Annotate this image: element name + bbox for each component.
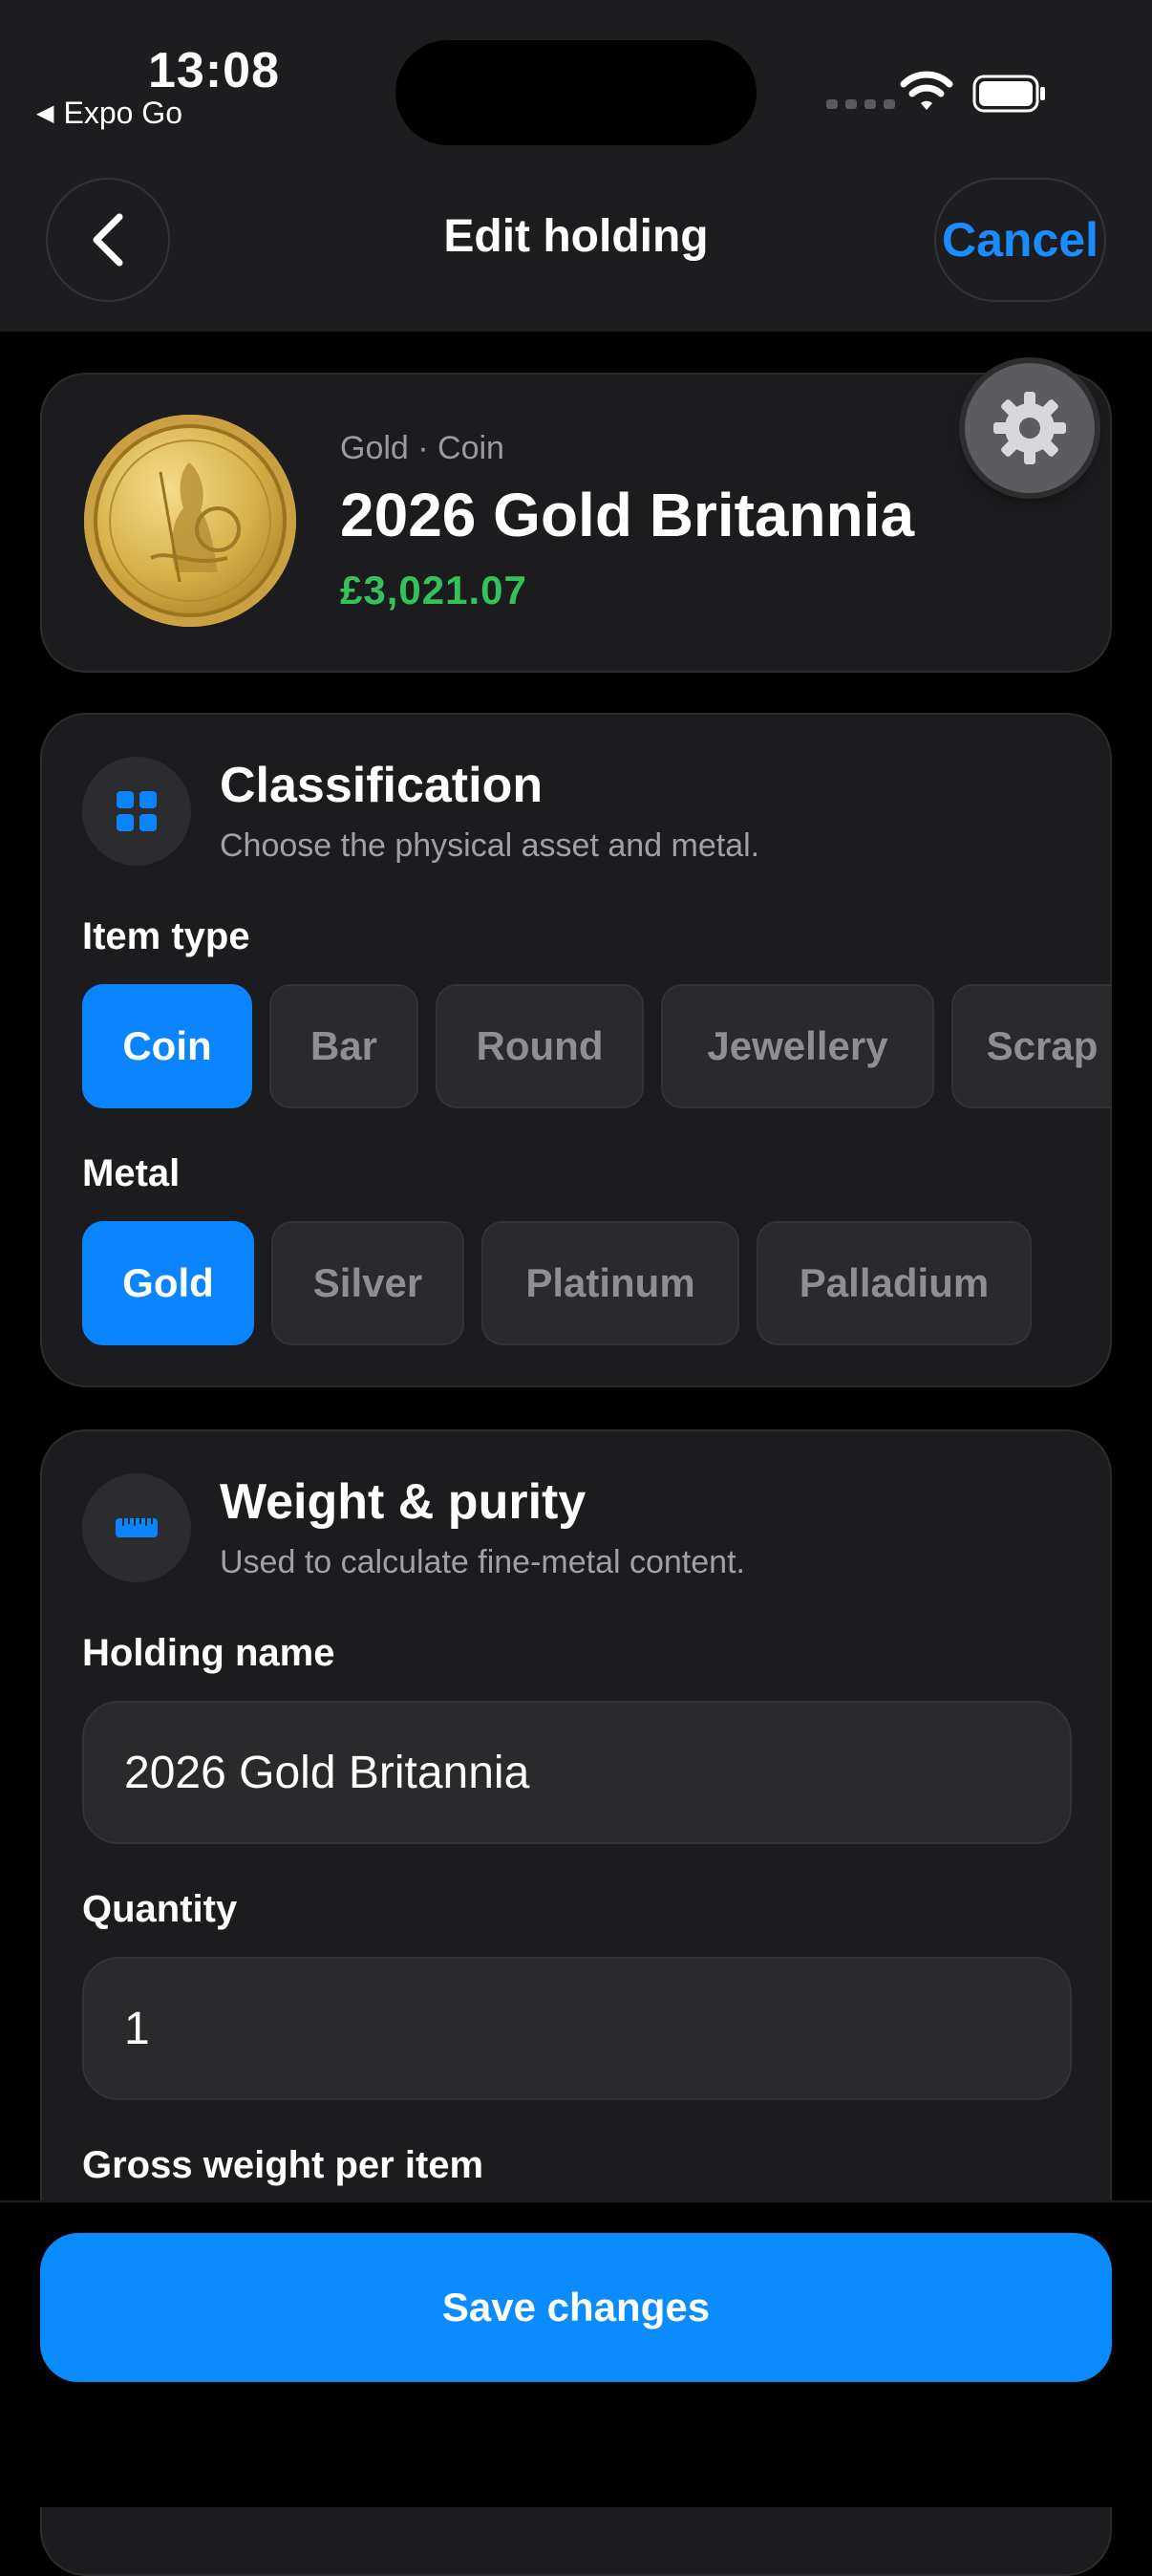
dynamic-island bbox=[395, 40, 757, 145]
item-type-scrap-chip[interactable]: Scrap bbox=[951, 984, 1112, 1108]
holding-summary-card: Gold · Coin 2026 Gold Britannia £3,021.0… bbox=[40, 373, 1112, 673]
classification-card: Classification Choose the physical asset… bbox=[40, 713, 1112, 1387]
holding-name: 2026 Gold Britannia bbox=[340, 481, 915, 549]
grid-icon bbox=[82, 757, 191, 866]
classification-title: Classification bbox=[220, 758, 544, 813]
status-time: 13:08 bbox=[148, 43, 280, 98]
holding-subtitle: Gold · Coin bbox=[340, 430, 504, 466]
metal-chips: Gold Silver Platinum Palladium bbox=[82, 1221, 1112, 1345]
weight-purity-title: Weight & purity bbox=[220, 1474, 587, 1530]
holding-name-label: Holding name bbox=[82, 1632, 335, 1674]
battery-icon bbox=[972, 75, 1045, 113]
metal-silver-chip[interactable]: Silver bbox=[271, 1221, 464, 1345]
metal-platinum-chip[interactable]: Platinum bbox=[481, 1221, 739, 1345]
save-changes-button[interactable]: Save changes bbox=[40, 2233, 1112, 2382]
gear-icon bbox=[993, 392, 1066, 464]
quantity-label: Quantity bbox=[82, 1888, 238, 1930]
gross-weight-label: Gross weight per item bbox=[82, 2144, 484, 2186]
ruler-icon bbox=[82, 1473, 191, 1582]
back-triangle-icon: ◀ bbox=[36, 100, 54, 126]
item-type-bar-chip[interactable]: Bar bbox=[269, 984, 418, 1108]
signal-icon bbox=[826, 99, 895, 109]
settings-button[interactable] bbox=[965, 363, 1095, 493]
holding-name-input[interactable]: 2026 Gold Britannia bbox=[82, 1701, 1072, 1844]
item-type-round-chip[interactable]: Round bbox=[436, 984, 644, 1108]
item-type-label: Item type bbox=[82, 915, 250, 957]
holding-price: £3,021.07 bbox=[340, 568, 527, 612]
weight-purity-subtitle: Used to calculate fine-metal content. bbox=[220, 1544, 745, 1580]
coin-image bbox=[84, 415, 296, 627]
item-type-jewellery-chip[interactable]: Jewellery bbox=[661, 984, 934, 1108]
bottom-action-bar: Save changes bbox=[0, 2200, 1152, 2507]
metal-palladium-chip[interactable]: Palladium bbox=[757, 1221, 1032, 1345]
top-bar: 13:08 ◀ Expo Go Edit holding Cancel bbox=[0, 0, 1152, 332]
back-to-app-link[interactable]: ◀ Expo Go bbox=[36, 96, 182, 131]
back-app-label: Expo Go bbox=[63, 96, 182, 130]
classification-subtitle: Choose the physical asset and metal. bbox=[220, 827, 760, 864]
wifi-icon bbox=[900, 71, 953, 110]
metal-label: Metal bbox=[82, 1152, 181, 1194]
cancel-button[interactable]: Cancel bbox=[934, 178, 1106, 302]
item-type-coin-chip[interactable]: Coin bbox=[82, 984, 252, 1108]
quantity-input[interactable]: 1 bbox=[82, 1957, 1072, 2100]
item-type-chips: Coin Bar Round Jewellery Scrap bbox=[82, 984, 1112, 1108]
metal-gold-chip[interactable]: Gold bbox=[82, 1221, 254, 1345]
